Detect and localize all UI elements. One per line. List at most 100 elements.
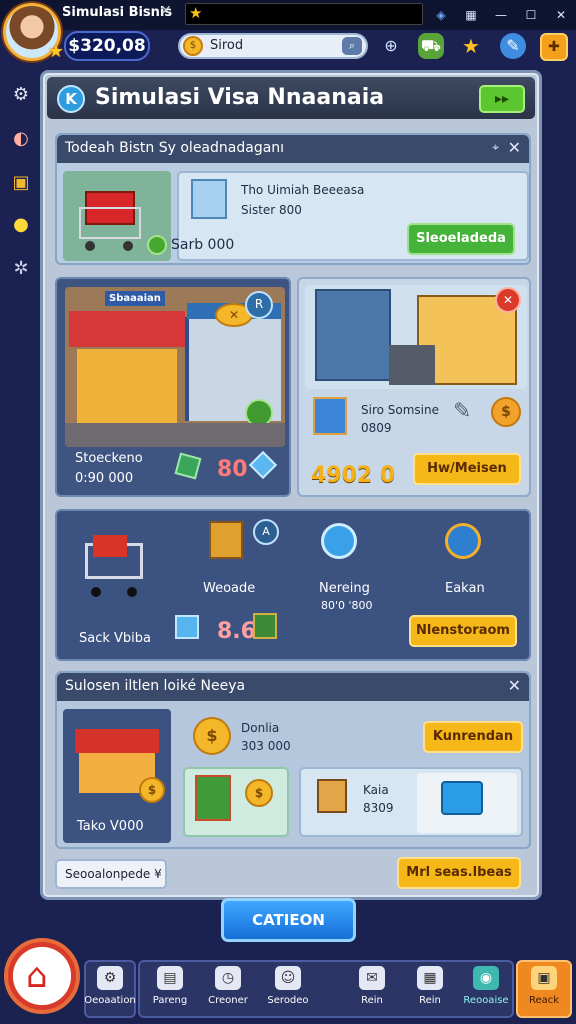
section3-bottom-button[interactable]: Mrl seas.lbeas [397, 857, 521, 889]
card-price: Sarb 000 [171, 237, 235, 253]
nav-label: Pareng [152, 995, 188, 1006]
window-titlebar: Simulasi Bisnis ✕ ★ ◈ ▦ — ☐ ✕ [0, 0, 576, 30]
wrench-icon[interactable]: ✎ [500, 33, 526, 59]
nav-item-0[interactable]: ⚙ Oeoaation [80, 966, 140, 1006]
star-icon: ★ [189, 4, 203, 22]
logo-icon: K [57, 85, 85, 113]
nav-label: Oeoaation [84, 995, 136, 1006]
header-action-button[interactable]: ▸▸ [479, 85, 525, 113]
grid-icon: ▦ [417, 966, 443, 990]
shop-left-value: 0:90 000 [75, 471, 134, 486]
inventory-count: 8.6 [217, 619, 256, 644]
search-icon[interactable]: ⌕ [342, 37, 362, 55]
section2-button[interactable]: Nlenstoraom [409, 615, 517, 647]
col1-label: Weoade [203, 581, 256, 596]
close-icon[interactable]: ✕ [508, 138, 521, 157]
item-value: 8309 [363, 801, 394, 815]
star-icon[interactable]: ★ [458, 33, 484, 59]
cart-label: Sack Vbiba [79, 631, 152, 646]
compass-icon [321, 523, 357, 559]
close-icon[interactable]: ✕ [508, 676, 521, 695]
truck-icon[interactable]: ⛟ [418, 33, 444, 59]
kiosk-illustration: $ Tako V000 [63, 709, 171, 843]
gold-coin-icon: $ [193, 717, 231, 755]
badge-icon: A [253, 519, 279, 545]
smiley-icon[interactable]: ● [8, 212, 34, 238]
globe-icon [445, 523, 481, 559]
home-button[interactable]: ⌂ [4, 938, 80, 1014]
col2-value: 80'0 '800 [321, 599, 373, 612]
shop-left-count: 80 [217, 457, 248, 482]
ticket-icon [441, 781, 483, 815]
section3-top-button[interactable]: Kunrendan [423, 721, 523, 753]
nav-label: Creoner [208, 995, 248, 1006]
level-star-icon: ★ [47, 41, 64, 62]
card-title: Tho Uimiah Beeeasa [241, 183, 365, 197]
product-tile: $ [183, 767, 289, 837]
bird-icon[interactable]: ◐ [8, 126, 34, 152]
gem-icon [174, 452, 202, 480]
main-header: K Simulasi Visa Nnaanaia ▸▸ [47, 77, 535, 119]
nav-item-5[interactable]: ▦ Rein [400, 966, 460, 1006]
nav-label: Reack [528, 995, 560, 1006]
item-label: Kaia [363, 783, 389, 797]
nav-item-2[interactable]: ◷ Creoner [198, 966, 258, 1006]
player-avatar[interactable]: ★ [3, 3, 64, 62]
gear-icon: ⚙ [97, 966, 123, 990]
search-bar[interactable]: $ Sirod ⌕ [178, 33, 368, 59]
cart-icon [81, 529, 147, 599]
minimize-icon[interactable]: — [486, 8, 516, 22]
shop-right-button[interactable]: Hw/Meisen [413, 453, 521, 485]
nav-item-3[interactable]: ☺ Serodeo [258, 966, 318, 1006]
globe-icon: ◉ [473, 966, 499, 990]
nav-label: Serodeo [267, 995, 309, 1006]
shop-right-amount: 4902 0 [311, 463, 396, 488]
crate-icon [253, 613, 277, 639]
nav-label: Rein [361, 995, 383, 1006]
window-controls: ◈ ▦ — ☐ ✕ [426, 0, 576, 30]
section1-button[interactable]: Sleoeladeda [407, 223, 515, 255]
search-text: Sirod [210, 38, 244, 53]
nav-item-4[interactable]: ✉ Rein [342, 966, 402, 1006]
close-tab-icon[interactable]: ✕ [160, 3, 172, 19]
radar-icon[interactable]: ⊕ [378, 33, 404, 59]
nav-item-6[interactable]: ◉ Reooaise [456, 966, 516, 1006]
pencil-icon[interactable]: ✎ [453, 399, 471, 424]
item-box-icon [313, 397, 347, 435]
grid-icon[interactable]: ▦ [456, 8, 486, 22]
shop-label: Tako V000 [77, 819, 144, 834]
col3-label: Eakan [445, 581, 485, 596]
goods-icon [209, 521, 243, 559]
upgrade-tile: Kaia 8309 [299, 767, 523, 837]
main-panel: K Simulasi Visa Nnaanaia ▸▸ Todeah Bistn… [40, 70, 542, 900]
inventory-card: Sack Vbiba 8.6 A Weoade Nereing 80'0 '80… [55, 509, 531, 661]
info-card: Tho Uimiah Beeeasa Sister 800 Sarb 000 S… [171, 171, 529, 261]
shop-card-right: ✕ Siro Somsine 0809 ✎ $ 4902 0 Hw/Meisen [297, 277, 531, 497]
pin-icon[interactable]: ⌖ [492, 140, 499, 155]
box-icon[interactable]: ▣ [8, 170, 34, 196]
coin-button[interactable]: $ [491, 397, 521, 427]
nav-label: Rein [419, 995, 441, 1006]
nav-item-7[interactable]: ▣ Reack [514, 966, 574, 1006]
coin-icon: $ [183, 36, 203, 56]
app-icon[interactable]: ◈ [426, 8, 456, 22]
shop-sign: Sbaaaian [105, 291, 165, 306]
maximize-icon[interactable]: ☐ [516, 8, 546, 22]
browser-tab[interactable]: ★ [185, 3, 423, 25]
close-icon[interactable]: ✕ [546, 8, 576, 22]
section-header: Todeah Bistn Sy oleadnadaganı ⌖ ✕ [57, 135, 529, 163]
page-title: Simulasi Visa Nnaanaia [95, 85, 385, 110]
primary-cta-button[interactable]: CATIEON [221, 898, 356, 942]
user-icon: ☺ [275, 966, 301, 990]
mail-icon: ✉ [359, 966, 385, 990]
coin-label: Donlia [241, 721, 280, 735]
section-heading: Todeah Bistn Sy oleadnadaganı [65, 140, 285, 156]
chart-icon: ▤ [157, 966, 183, 990]
settings-icon[interactable]: ✲ [8, 256, 34, 282]
plus-button[interactable]: ✚ [540, 33, 568, 61]
select-dropdown[interactable]: Seooalonpede ¥ [55, 859, 167, 889]
nav-item-1[interactable]: ▤ Pareng [140, 966, 200, 1006]
cart-illustration [63, 171, 171, 261]
money-counter: $320,08 [64, 31, 150, 61]
gear-icon[interactable]: ⚙ [8, 82, 34, 108]
